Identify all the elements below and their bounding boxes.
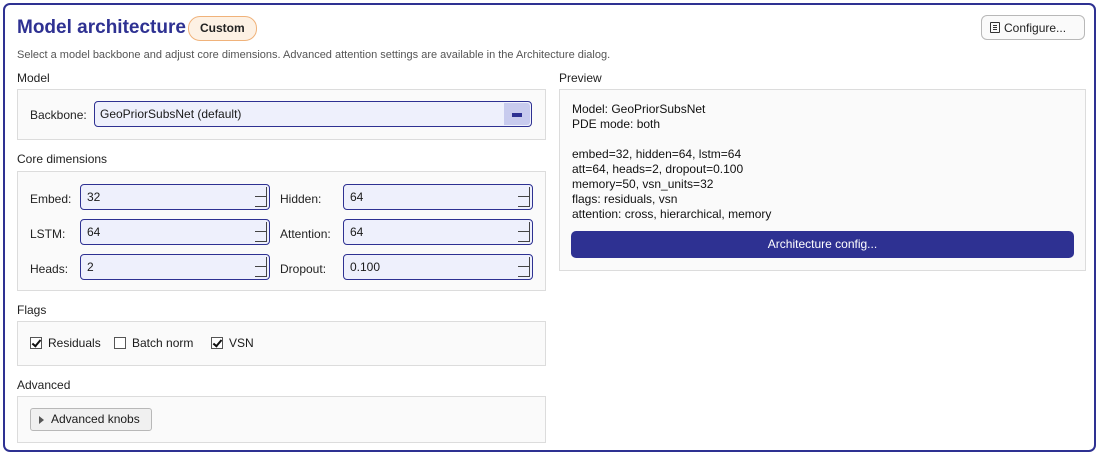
dropout-spinbox[interactable]: 0.100 bbox=[343, 254, 533, 280]
advanced-group: Advanced knobs bbox=[17, 396, 546, 443]
heads-label: Heads: bbox=[30, 262, 69, 276]
preview-line: Model: GeoPriorSubsNet bbox=[572, 102, 706, 116]
backbone-select[interactable]: GeoPriorSubsNet (default) bbox=[94, 101, 532, 127]
hidden-stepper[interactable] bbox=[518, 187, 530, 207]
expand-arrow-icon bbox=[39, 415, 44, 424]
preview-line bbox=[572, 132, 771, 147]
core-section-label: Core dimensions bbox=[17, 152, 108, 166]
heads-spinbox[interactable]: 2 bbox=[80, 254, 270, 280]
vsn-checkbox[interactable]: VSN bbox=[211, 336, 254, 350]
dropout-stepper[interactable] bbox=[518, 257, 530, 277]
embed-value: 32 bbox=[87, 190, 101, 204]
hidden-spinbox[interactable]: 64 bbox=[343, 184, 533, 210]
configure-button[interactable]: Configure... bbox=[981, 15, 1085, 40]
preview-summary: Model: GeoPriorSubsNet PDE mode: both em… bbox=[572, 102, 771, 222]
lstm-value: 64 bbox=[87, 225, 101, 239]
hidden-value: 64 bbox=[350, 190, 364, 204]
lstm-label: LSTM: bbox=[30, 227, 66, 241]
embed-label: Embed: bbox=[30, 192, 72, 206]
attention-stepper[interactable] bbox=[518, 222, 530, 242]
preview-section-label: Preview bbox=[559, 71, 602, 85]
heads-value: 2 bbox=[87, 260, 94, 274]
attention-label: Attention: bbox=[280, 227, 331, 241]
advanced-section-label: Advanced bbox=[17, 378, 71, 392]
checkbox-checked-icon[interactable] bbox=[30, 337, 42, 349]
core-dimensions-group: Embed: 32 Hidden: 64 LSTM: 64 Attention:… bbox=[17, 171, 546, 291]
residuals-checkbox[interactable]: Residuals bbox=[30, 336, 101, 350]
advanced-knobs-toggle[interactable]: Advanced knobs bbox=[30, 408, 152, 431]
checkbox-checked-icon[interactable] bbox=[211, 337, 223, 349]
vsn-label: VSN bbox=[229, 336, 254, 350]
backbone-label: Backbone: bbox=[30, 108, 87, 122]
configure-button-label: Configure... bbox=[1004, 20, 1067, 35]
model-group: Backbone: GeoPriorSubsNet (default) bbox=[17, 89, 546, 140]
residuals-label: Residuals bbox=[48, 336, 101, 350]
dropout-label: Dropout: bbox=[280, 262, 327, 276]
lstm-stepper[interactable] bbox=[255, 222, 267, 242]
preview-line: flags: residuals, vsn bbox=[572, 192, 678, 206]
heads-stepper[interactable] bbox=[255, 257, 267, 277]
attention-spinbox[interactable]: 64 bbox=[343, 219, 533, 245]
model-architecture-card: Model architecture Custom Configure... S… bbox=[3, 3, 1096, 452]
status-badge: Custom bbox=[188, 16, 257, 41]
advanced-knobs-label: Advanced knobs bbox=[51, 412, 140, 426]
architecture-config-button[interactable]: Architecture config... bbox=[571, 231, 1074, 258]
backbone-value: GeoPriorSubsNet (default) bbox=[100, 107, 242, 121]
lstm-spinbox[interactable]: 64 bbox=[80, 219, 270, 245]
preview-line: att=64, heads=2, dropout=0.100 bbox=[572, 162, 744, 176]
model-section-label: Model bbox=[17, 71, 50, 85]
embed-stepper[interactable] bbox=[255, 187, 267, 207]
page-subtitle: Select a model backbone and adjust core … bbox=[17, 49, 611, 61]
attention-value: 64 bbox=[350, 225, 364, 239]
batch-norm-checkbox[interactable]: Batch norm bbox=[114, 336, 193, 350]
preview-panel: Model: GeoPriorSubsNet PDE mode: both em… bbox=[559, 89, 1086, 271]
flags-section-label: Flags bbox=[17, 303, 47, 317]
preview-line: memory=50, vsn_units=32 bbox=[572, 177, 714, 191]
preview-line: attention: cross, hierarchical, memory bbox=[572, 207, 772, 221]
hidden-label: Hidden: bbox=[280, 192, 322, 206]
page-title: Model architecture bbox=[17, 17, 186, 38]
checkbox-unchecked-icon[interactable] bbox=[114, 337, 126, 349]
batch-norm-label: Batch norm bbox=[132, 336, 194, 350]
preview-line: PDE mode: both bbox=[572, 117, 661, 131]
preview-line: embed=32, hidden=64, lstm=64 bbox=[572, 147, 742, 161]
document-icon bbox=[990, 22, 1000, 33]
dropdown-arrow-icon[interactable] bbox=[504, 103, 530, 125]
dropout-value: 0.100 bbox=[350, 260, 381, 274]
embed-spinbox[interactable]: 32 bbox=[80, 184, 270, 210]
flags-group: Residuals Batch norm VSN bbox=[17, 321, 546, 366]
